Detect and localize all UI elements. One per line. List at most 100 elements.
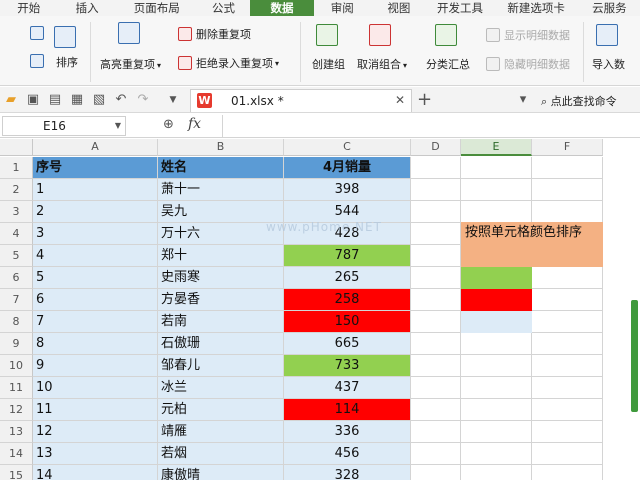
empty-cell[interactable]: [411, 201, 461, 223]
close-tab-icon[interactable]: ✕: [395, 93, 405, 107]
empty-cell[interactable]: [532, 399, 603, 421]
cell-no[interactable]: 5: [33, 267, 158, 289]
cell-name[interactable]: 方晏香: [158, 289, 284, 311]
save-icon[interactable]: ▣: [25, 92, 41, 108]
tab-3[interactable]: 公式: [197, 0, 251, 16]
cell-sales[interactable]: 265: [284, 267, 411, 289]
empty-cell[interactable]: [461, 179, 532, 201]
color-swatch[interactable]: [461, 267, 532, 289]
formula-input[interactable]: [222, 115, 640, 137]
empty-cell[interactable]: [461, 333, 532, 355]
export-pdf-icon[interactable]: ▤: [47, 92, 63, 108]
empty-cell[interactable]: [532, 157, 603, 179]
sort-by-color-note[interactable]: 按照单元格颜色排序: [461, 222, 603, 267]
cell-no[interactable]: 6: [33, 289, 158, 311]
cell-no[interactable]: 11: [33, 399, 158, 421]
cell-no[interactable]: 7: [33, 311, 158, 333]
cell-name[interactable]: 若烟: [158, 443, 284, 465]
row-header-12[interactable]: 12: [0, 399, 33, 421]
print-preview-icon[interactable]: ▧: [91, 92, 107, 108]
cell-no[interactable]: 9: [33, 355, 158, 377]
cell-name[interactable]: 若南: [158, 311, 284, 333]
row-header-9[interactable]: 9: [0, 333, 33, 355]
cell-name[interactable]: 邹春儿: [158, 355, 284, 377]
print-icon[interactable]: ▦: [69, 92, 85, 108]
customize-dropdown-icon[interactable]: ▼: [165, 92, 181, 108]
table-header-cell[interactable]: 4月销量: [284, 157, 411, 179]
empty-cell[interactable]: [532, 289, 603, 311]
document-tab[interactable]: W 01.xlsx * ✕: [190, 89, 412, 112]
cell-sales[interactable]: 665: [284, 333, 411, 355]
empty-cell[interactable]: [461, 465, 532, 480]
cell-sales[interactable]: 456: [284, 443, 411, 465]
tab-8[interactable]: 新建选项卡: [493, 0, 578, 16]
tab-4[interactable]: 数据: [250, 0, 314, 16]
new-tab-icon[interactable]: +: [417, 89, 432, 110]
empty-cell[interactable]: [411, 333, 461, 355]
reject-duplicates-button[interactable]: 拒绝录入重复项 ▾: [178, 55, 279, 71]
column-header-c[interactable]: C: [284, 139, 411, 156]
empty-cell[interactable]: [461, 157, 532, 179]
cell-name[interactable]: 郑十: [158, 245, 284, 267]
cell-no[interactable]: 10: [33, 377, 158, 399]
empty-cell[interactable]: [532, 311, 603, 333]
sort-button[interactable]: 排序: [54, 26, 80, 70]
empty-cell[interactable]: [411, 355, 461, 377]
cell-sales[interactable]: 150: [284, 311, 411, 333]
empty-cell[interactable]: [411, 289, 461, 311]
cell-sales[interactable]: 787: [284, 245, 411, 267]
cell-sales[interactable]: 258: [284, 289, 411, 311]
empty-cell[interactable]: [532, 201, 603, 223]
cell-no[interactable]: 13: [33, 443, 158, 465]
empty-cell[interactable]: [411, 399, 461, 421]
empty-cell[interactable]: [411, 223, 461, 245]
column-header-f[interactable]: F: [532, 139, 603, 156]
row-header-2[interactable]: 2: [0, 179, 33, 201]
cell-name[interactable]: 史雨寒: [158, 267, 284, 289]
empty-cell[interactable]: [461, 443, 532, 465]
empty-cell[interactable]: [532, 443, 603, 465]
cell-name[interactable]: 萧十一: [158, 179, 284, 201]
cell-no[interactable]: 14: [33, 465, 158, 480]
cell-no[interactable]: 1: [33, 179, 158, 201]
sort-ascending-button[interactable]: [30, 26, 48, 40]
cell-sales[interactable]: 398: [284, 179, 411, 201]
cell-no[interactable]: 12: [33, 421, 158, 443]
column-header-a[interactable]: A: [33, 139, 158, 156]
empty-cell[interactable]: [411, 311, 461, 333]
column-header-b[interactable]: B: [158, 139, 284, 156]
empty-cell[interactable]: [411, 421, 461, 443]
cell-sales[interactable]: 114: [284, 399, 411, 421]
empty-cell[interactable]: [411, 267, 461, 289]
row-header-3[interactable]: 3: [0, 201, 33, 223]
hide-detail-button[interactable]: 隐藏明细数据: [486, 56, 570, 72]
open-folder-icon[interactable]: ▰: [3, 92, 19, 108]
tab-1[interactable]: 插入: [58, 0, 117, 16]
empty-cell[interactable]: [532, 333, 603, 355]
row-header-15[interactable]: 15: [0, 465, 33, 480]
cell-name[interactable]: 元柏: [158, 399, 284, 421]
empty-cell[interactable]: [461, 355, 532, 377]
sort-descending-button[interactable]: [30, 54, 48, 68]
cell-sales[interactable]: 733: [284, 355, 411, 377]
row-header-7[interactable]: 7: [0, 289, 33, 311]
subtotal-button[interactable]: 分类汇总: [426, 24, 470, 72]
tab-5[interactable]: 审阅: [314, 0, 372, 16]
create-group-button[interactable]: 创建组: [312, 24, 345, 72]
empty-cell[interactable]: [532, 377, 603, 399]
empty-cell[interactable]: [532, 355, 603, 377]
row-header-11[interactable]: 11: [0, 377, 33, 399]
select-all-corner[interactable]: [0, 139, 33, 156]
window-menu-icon[interactable]: ▾: [515, 92, 531, 108]
tab-7[interactable]: 开发工具: [427, 0, 494, 16]
table-header-cell[interactable]: 序号: [33, 157, 158, 179]
show-detail-button[interactable]: 显示明细数据: [486, 27, 570, 43]
undo-icon[interactable]: ↶: [113, 92, 129, 108]
highlight-duplicates-button[interactable]: 高亮重复项 ▾: [100, 22, 161, 72]
row-header-1[interactable]: 1: [0, 157, 33, 179]
zoom-icon[interactable]: ⊕: [163, 117, 174, 132]
remove-duplicates-button[interactable]: 删除重复项: [178, 26, 251, 42]
empty-cell[interactable]: [411, 377, 461, 399]
column-header-e[interactable]: E: [461, 139, 532, 156]
tab-2[interactable]: 页面布局: [117, 0, 197, 16]
